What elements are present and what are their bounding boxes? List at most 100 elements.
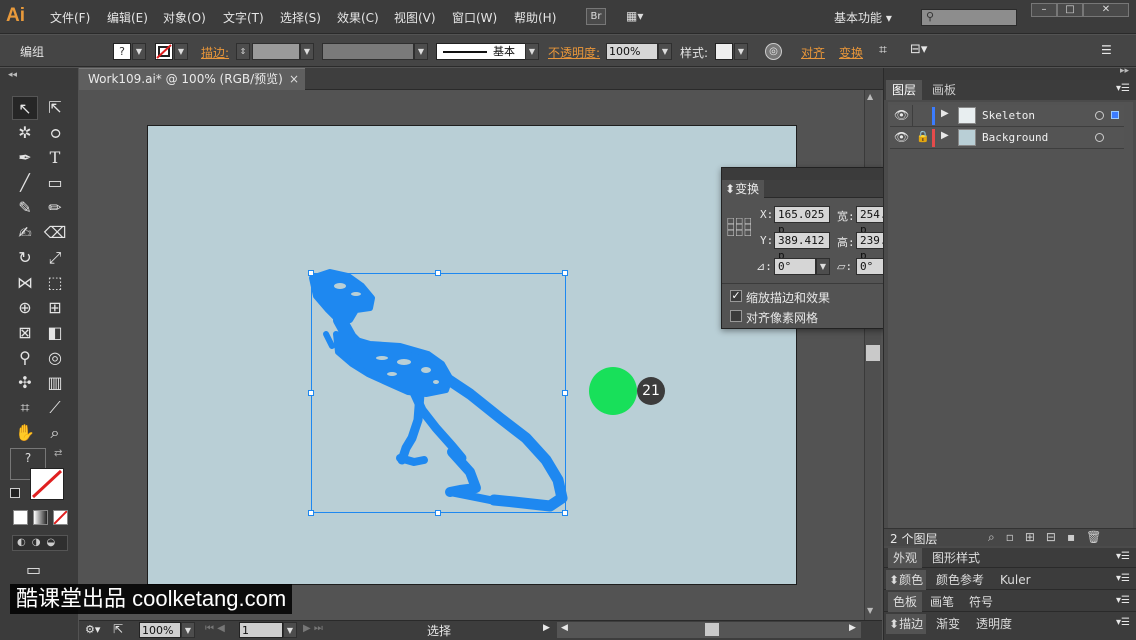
tab-kuler[interactable]: Kuler: [1000, 570, 1031, 590]
mesh-tool-icon[interactable]: ⊠: [12, 321, 38, 345]
target-circle-icon[interactable]: [1095, 111, 1104, 120]
first-page-icon[interactable]: ⏮ ◀: [205, 623, 225, 634]
search-input[interactable]: ⚲: [921, 9, 1017, 26]
stroke-weight-dropdown[interactable]: ▼: [300, 43, 314, 60]
stroke-weight-field[interactable]: [252, 43, 300, 60]
direct-selection-tool-icon[interactable]: ⇱: [42, 96, 68, 120]
page-dropdown[interactable]: ▼: [283, 622, 297, 638]
scroll-left-icon[interactable]: ◀: [561, 623, 568, 633]
lock-icon[interactable]: 🔒: [916, 130, 930, 143]
gradient-tool-icon[interactable]: ◧: [42, 321, 68, 345]
screen-mode-icon[interactable]: ▭: [26, 560, 41, 579]
column-graph-tool-icon[interactable]: ▥: [42, 371, 68, 395]
scale-tool-icon[interactable]: ⤢: [42, 246, 68, 270]
eyedropper-tool-icon[interactable]: ⚲: [12, 346, 38, 370]
resize-handle[interactable]: [562, 270, 568, 276]
rotate-dropdown[interactable]: ▼: [816, 258, 830, 275]
free-transform-tool-icon[interactable]: ⬚: [42, 271, 68, 295]
rotate-tool-icon[interactable]: ↻: [12, 246, 38, 270]
pencil-tool-icon[interactable]: ✏: [42, 196, 68, 220]
shape-builder-tool-icon[interactable]: ⊕: [12, 296, 38, 320]
expand-arrow-icon[interactable]: ▶: [941, 108, 949, 119]
close-tab-icon[interactable]: ×: [289, 69, 299, 90]
transform-tab[interactable]: ⬍变换: [722, 180, 764, 198]
resize-handle[interactable]: [562, 390, 568, 396]
fill-swatch[interactable]: ?: [113, 43, 131, 60]
blend-tool-icon[interactable]: ◎: [42, 346, 68, 370]
x-field[interactable]: 165.025 p: [774, 206, 830, 236]
expand-dock-icon[interactable]: ▸▸: [1120, 66, 1129, 76]
line-tool-icon[interactable]: ╱: [12, 171, 38, 195]
arrange-icon[interactable]: ⊟▾: [910, 42, 927, 57]
visibility-eye-icon[interactable]: 👁: [894, 108, 909, 122]
rotate-field[interactable]: 0°: [774, 258, 816, 275]
rectangle-tool-icon[interactable]: ▭: [42, 171, 68, 195]
lasso-tool-icon[interactable]: ഠ: [42, 121, 68, 145]
tab-transparency[interactable]: 透明度: [976, 614, 1012, 634]
magic-wand-tool-icon[interactable]: ✲: [12, 121, 38, 145]
eraser-tool-icon[interactable]: ⌫: [42, 221, 68, 245]
tab-swatches[interactable]: 色板: [888, 592, 923, 612]
pen-tool-icon[interactable]: ✒: [12, 146, 38, 170]
close-window-button[interactable]: ✕: [1083, 3, 1129, 17]
y-field[interactable]: 389.412 p: [774, 232, 830, 262]
blob-brush-tool-icon[interactable]: ✍: [12, 221, 38, 245]
zoom-tool-icon[interactable]: ⌕: [42, 421, 68, 445]
menu-file[interactable]: 文件(F): [50, 9, 90, 27]
recolor-artwork-icon[interactable]: ◎: [765, 43, 782, 60]
isolate-group-icon[interactable]: ⌗: [879, 42, 887, 58]
scale-strokes-checkbox[interactable]: ✓: [730, 290, 742, 302]
maximize-button[interactable]: □: [1057, 3, 1083, 17]
collapse-icon[interactable]: ◂◂: [8, 70, 17, 80]
tab-graphic-styles[interactable]: 图形样式: [932, 548, 980, 568]
stroke-color-box[interactable]: [30, 468, 64, 500]
menu-view[interactable]: 视图(V): [394, 9, 436, 27]
horizontal-scroll-track[interactable]: ◀ ▶: [557, 622, 861, 638]
minimize-button[interactable]: –: [1031, 3, 1057, 17]
brush-dropdown[interactable]: ▼: [525, 43, 539, 60]
expand-arrow-icon[interactable]: ▶: [941, 130, 949, 141]
menu-type[interactable]: 文字(T): [223, 9, 264, 27]
scroll-right-icon[interactable]: ▶: [849, 623, 856, 633]
scroll-up-icon[interactable]: ▲: [867, 92, 873, 101]
zoom-dropdown[interactable]: ▼: [181, 622, 195, 638]
panel-menu-icon[interactable]: ▾☰: [1116, 595, 1130, 606]
align-pixel-grid-checkbox[interactable]: [730, 310, 742, 322]
transform-link[interactable]: 变换: [839, 44, 863, 61]
tab-color-guide[interactable]: 颜色参考: [936, 570, 984, 590]
document-tab[interactable]: Work109.ai* @ 100% (RGB/预览) ×: [79, 68, 305, 90]
resize-handle[interactable]: [308, 270, 314, 276]
symbol-sprayer-tool-icon[interactable]: ✣: [12, 371, 38, 395]
zoom-field[interactable]: 100%: [139, 622, 181, 638]
layers-menu-icon[interactable]: ▾☰: [1116, 83, 1130, 94]
panel-menu-icon[interactable]: ▾☰: [1116, 573, 1130, 584]
panel-menu-icon[interactable]: ▾☰: [1116, 551, 1130, 562]
scroll-thumb[interactable]: [705, 623, 719, 636]
opacity-link[interactable]: 不透明度:: [548, 44, 600, 61]
artboard-tool-icon[interactable]: ⌗: [12, 396, 38, 420]
target-circle-icon[interactable]: [1095, 133, 1104, 142]
tab-stroke[interactable]: ⬍描边: [886, 614, 927, 634]
tab-artboards[interactable]: 画板: [926, 80, 962, 100]
reference-point-icon[interactable]: □□□ □□□ □□□: [727, 217, 752, 238]
resize-handle[interactable]: [308, 390, 314, 396]
menu-help[interactable]: 帮助(H): [514, 9, 556, 27]
scroll-thumb[interactable]: [866, 345, 880, 361]
tab-symbols[interactable]: 符号: [969, 592, 993, 612]
variable-width-profile[interactable]: [322, 43, 414, 60]
default-colors-icon[interactable]: [10, 488, 20, 498]
resize-handle[interactable]: [308, 510, 314, 516]
panel-menu-icon[interactable]: ▾☰: [1116, 617, 1130, 628]
layer-row-background[interactable]: 👁 🔒 ▶ Background: [890, 127, 1124, 149]
opacity-dropdown[interactable]: ▼: [658, 43, 672, 60]
draw-mode-icons[interactable]: ◐◑◒: [12, 535, 68, 551]
tab-color[interactable]: ⬍颜色: [886, 570, 927, 590]
menu-edit[interactable]: 编辑(E): [107, 9, 148, 27]
type-tool-icon[interactable]: T: [42, 146, 68, 170]
scroll-down-icon[interactable]: ▼: [867, 606, 873, 615]
share-icon[interactable]: ⇱: [113, 622, 123, 636]
menu-select[interactable]: 选择(S): [280, 9, 321, 27]
paintbrush-tool-icon[interactable]: ✎: [12, 196, 38, 220]
align-link[interactable]: 对齐: [801, 44, 825, 61]
stroke-weight-link[interactable]: 描边:: [201, 44, 229, 61]
